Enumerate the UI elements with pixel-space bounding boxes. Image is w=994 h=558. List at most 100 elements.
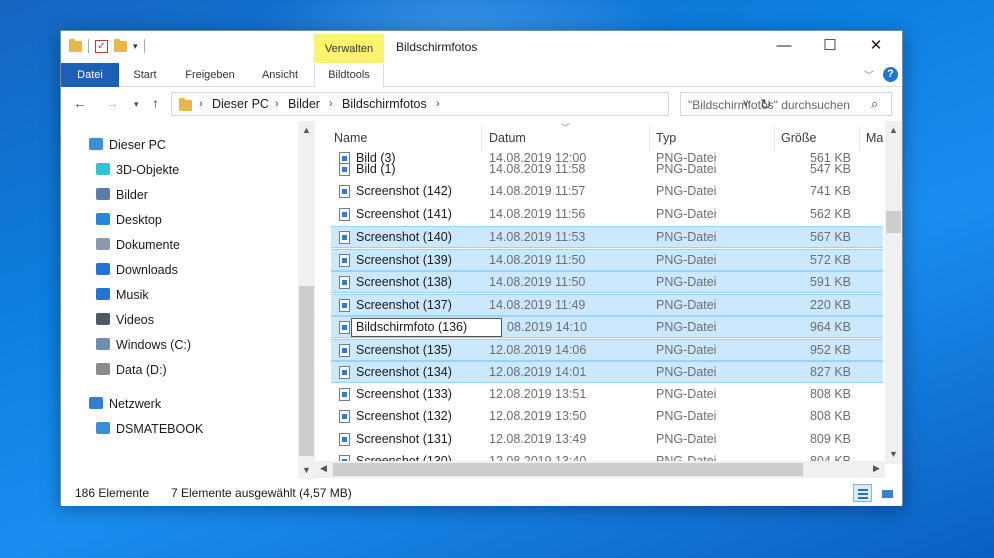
properties-icon[interactable]: ✓: [95, 39, 108, 53]
nav-item-windows-c[interactable]: Windows (C:): [96, 335, 191, 355]
column-header-size[interactable]: Größe: [781, 131, 816, 145]
file-name: Screenshot (135): [356, 343, 452, 357]
qat-dropdown-icon[interactable]: ▾: [133, 41, 138, 52]
file-size: 547 KB: [809, 162, 851, 176]
file-row-selected[interactable]: Screenshot (139) 14.08.2019 11:50 PNG-Da…: [331, 249, 883, 271]
new-folder-icon[interactable]: [114, 38, 127, 52]
nav-item-label: Windows (C:): [116, 338, 192, 352]
nav-item-desktop[interactable]: Desktop: [96, 210, 162, 230]
explorer-window: ✓ ▾ Verwalten Bildschirmfotos — ☐ ✕ Date…: [60, 30, 903, 506]
file-row[interactable]: Screenshot (142) 14.08.2019 11:57 PNG-Da…: [331, 181, 883, 203]
nav-item-label: DSMATEBOOK: [116, 422, 204, 436]
expand-ribbon-icon[interactable]: ﹀: [864, 67, 874, 82]
breadcrumb-bildschirmfotos[interactable]: Bildschirmfotos: [342, 97, 427, 111]
ribbon-tabs: Datei Start Freigeben Ansicht Bildtools …: [61, 63, 902, 87]
rename-input[interactable]: Bildschirmfoto (136): [351, 318, 502, 337]
file-list-horizontal-scrollbar[interactable]: ◀ ▶: [315, 461, 885, 478]
scroll-left-icon[interactable]: ◀: [315, 463, 332, 474]
scroll-down-icon[interactable]: ▼: [298, 465, 315, 475]
file-list-vertical-scrollbar[interactable]: ▲ ▼: [885, 121, 902, 464]
nav-item-downloads[interactable]: Downloads: [96, 260, 178, 280]
nav-item-label: Dokumente: [116, 238, 180, 252]
file-name: Screenshot (139): [356, 253, 452, 267]
details-view-icon: [858, 497, 868, 499]
quick-access-toolbar: ✓ ▾: [69, 38, 145, 53]
tab-datei[interactable]: Datei: [61, 63, 119, 87]
nav-item-videos[interactable]: Videos: [96, 310, 154, 330]
address-bar[interactable]: › Dieser PC › Bilder › Bildschirmfotos ›…: [171, 92, 772, 116]
crumb-separator-icon[interactable]: ›: [275, 98, 279, 110]
tab-verwalten[interactable]: Verwalten: [314, 34, 384, 64]
file-name: Screenshot (142): [356, 184, 452, 198]
crumb-separator-icon[interactable]: ›: [329, 98, 333, 110]
nav-scrollbar[interactable]: ▲ ▼: [298, 121, 315, 479]
scroll-up-icon[interactable]: ▲: [298, 125, 315, 135]
file-date: 14.08.2019 11:50: [489, 275, 586, 289]
nav-item-dieser-pc[interactable]: Dieser PC: [89, 135, 166, 155]
nav-item-label: Dieser PC: [109, 138, 166, 152]
large-icons-view-button[interactable]: [877, 484, 896, 502]
maximize-button[interactable]: ☐: [807, 31, 853, 61]
column-header-date[interactable]: Datum: [489, 131, 526, 145]
crumb-separator-icon[interactable]: ›: [199, 98, 203, 110]
nav-scroll-thumb[interactable]: [299, 286, 314, 456]
recent-locations-icon[interactable]: ▾: [134, 99, 139, 110]
file-row[interactable]: Screenshot (141) 14.08.2019 11:56 PNG-Da…: [331, 204, 883, 226]
search-icon[interactable]: ⌕: [871, 96, 878, 112]
documents-icon: [96, 238, 110, 250]
file-row-renaming[interactable]: Bildschirmfoto (136) 08.2019 14:10 PNG-D…: [331, 316, 883, 338]
tab-ansicht[interactable]: Ansicht: [253, 63, 307, 87]
file-size: 952 KB: [809, 343, 851, 357]
details-view-button[interactable]: [853, 484, 872, 502]
crumb-separator-icon[interactable]: ›: [436, 98, 440, 110]
horizontal-scroll-thumb[interactable]: [333, 463, 803, 476]
scroll-right-icon[interactable]: ▶: [868, 463, 885, 474]
nav-item-dsmatebook[interactable]: DSMATEBOOK: [96, 419, 203, 439]
file-row[interactable]: Screenshot (132) 12.08.2019 13:50 PNG-Da…: [331, 406, 883, 428]
minimize-button[interactable]: —: [761, 31, 807, 61]
file-row[interactable]: Screenshot (131) 12.08.2019 13:49 PNG-Da…: [331, 429, 883, 451]
file-row[interactable]: Bild (1) 14.08.2019 11:58 PNG-Datei 547 …: [331, 159, 883, 181]
column-header-type[interactable]: Typ: [656, 131, 676, 145]
nav-item-netzwerk[interactable]: Netzwerk: [89, 394, 161, 414]
column-header-name[interactable]: Name: [334, 131, 367, 145]
tab-freigeben[interactable]: Freigeben: [176, 63, 244, 87]
vertical-scroll-thumb[interactable]: [886, 211, 901, 233]
forward-arrow-icon[interactable]: →: [105, 95, 119, 111]
nav-item-bilder[interactable]: Bilder: [96, 185, 148, 205]
nav-item-label: Musik: [116, 288, 149, 302]
back-arrow-icon[interactable]: ←: [73, 95, 87, 111]
nav-item-label: 3D-Objekte: [116, 163, 180, 177]
column-header-extra[interactable]: Ma: [866, 131, 883, 145]
file-row-selected[interactable]: Screenshot (138) 14.08.2019 11:50 PNG-Da…: [331, 271, 883, 293]
file-type: PNG-Datei: [656, 207, 717, 221]
scroll-up-icon[interactable]: ▲: [885, 125, 902, 135]
file-row[interactable]: Screenshot (133) 12.08.2019 13:51 PNG-Da…: [331, 384, 883, 406]
file-name: Screenshot (137): [356, 298, 452, 312]
nav-item-musik[interactable]: Musik: [96, 285, 149, 305]
file-type: PNG-Datei: [656, 298, 717, 312]
file-row-selected[interactable]: Screenshot (140) 14.08.2019 11:53 PNG-Da…: [331, 226, 883, 248]
breadcrumb-bilder[interactable]: Bilder: [288, 97, 320, 111]
navigation-pane: Dieser PC 3D-Objekte Bilder Desktop Doku…: [61, 121, 315, 479]
tab-start[interactable]: Start: [123, 63, 167, 87]
file-row-selected[interactable]: Screenshot (137) 14.08.2019 11:49 PNG-Da…: [331, 294, 883, 316]
nav-item-3d-objekte[interactable]: 3D-Objekte: [96, 160, 179, 180]
scroll-down-icon[interactable]: ▼: [885, 449, 902, 459]
nav-item-label: Desktop: [116, 213, 162, 227]
nav-item-data-d[interactable]: Data (D:): [96, 360, 167, 380]
help-icon[interactable]: ?: [883, 67, 898, 82]
close-button[interactable]: ✕: [853, 31, 899, 61]
search-input[interactable]: "Bildschirmfotos" durchsuchen ⌕: [680, 92, 892, 116]
file-type: PNG-Datei: [656, 162, 717, 176]
file-date: 12.08.2019 14:06: [489, 343, 587, 357]
file-row-selected[interactable]: Screenshot (135) 12.08.2019 14:06 PNG-Da…: [331, 339, 883, 361]
nav-item-dokumente[interactable]: Dokumente: [96, 235, 180, 255]
png-file-icon: [339, 344, 350, 357]
file-row-selected[interactable]: Screenshot (134) 12.08.2019 14:01 PNG-Da…: [331, 361, 883, 383]
png-file-icon: [339, 366, 350, 379]
breadcrumb-dieser-pc[interactable]: Dieser PC: [212, 97, 269, 111]
file-size: 741 KB: [809, 184, 851, 198]
up-arrow-icon[interactable]: ↑: [152, 95, 159, 111]
tab-bildtools[interactable]: Bildtools: [314, 63, 384, 87]
